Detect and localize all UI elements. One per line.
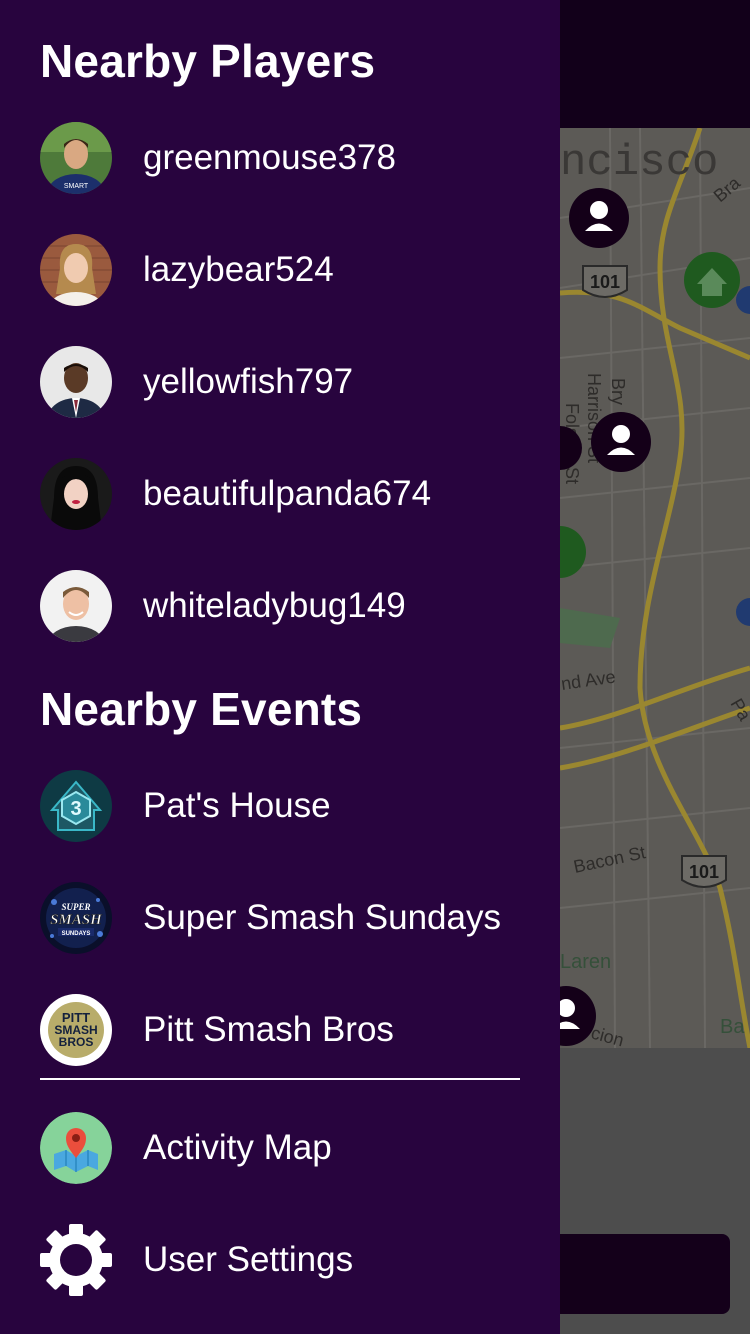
svg-text:BROS: BROS (59, 1035, 94, 1049)
nearby-events-title: Nearby Events (40, 683, 363, 735)
event-item[interactable]: PITT SMASH BROS Pitt Smash Bros (40, 992, 520, 1068)
avatar (40, 458, 112, 530)
player-name: beautifulpanda674 (143, 474, 432, 513)
player-item[interactable]: whiteladybug149 (40, 568, 520, 644)
gear-icon (40, 1224, 112, 1296)
player-name: greenmouse378 (143, 138, 396, 177)
player-name: lazybear524 (143, 250, 334, 289)
svg-text:SMART: SMART (64, 183, 89, 190)
divider (40, 1078, 520, 1080)
svg-text:101: 101 (590, 272, 620, 292)
side-drawer: Nearby Players SMART greenmouse378 lazyb… (0, 0, 560, 1334)
svg-text:ncisco: ncisco (560, 138, 718, 188)
player-item[interactable]: yellowfish797 (40, 344, 520, 420)
avatar: SMART (40, 122, 112, 194)
event-item[interactable]: 3 Pat's House (40, 768, 520, 844)
player-item[interactable]: SMART greenmouse378 (40, 120, 520, 196)
svg-text:cion: cion (589, 1023, 626, 1048)
svg-text:Laren: Laren (560, 951, 611, 973)
map-event-pin (684, 252, 740, 308)
nav-label: User Settings (143, 1240, 354, 1279)
nav-user-settings[interactable]: User Settings (40, 1222, 520, 1298)
svg-text:SUNDAYS: SUNDAYS (62, 931, 91, 937)
event-name: Pat's House (143, 786, 331, 825)
event-item[interactable]: SUPER SMASH SUNDAYS Super Smash Sundays (40, 880, 520, 956)
map-player-pin (591, 412, 651, 472)
svg-text:SUPER: SUPER (61, 902, 90, 912)
player-name: whiteladybug149 (143, 586, 406, 625)
avatar (40, 234, 112, 306)
svg-text:101: 101 (689, 862, 719, 882)
super-smash-sundays-logo: SUPER SMASH SUNDAYS (40, 882, 112, 954)
player-item[interactable]: lazybear524 (40, 232, 520, 308)
nav-activity-map[interactable]: Activity Map (40, 1110, 520, 1186)
svg-text:Bacon St: Bacon St (572, 842, 648, 877)
house-badge-icon: 3 (40, 770, 112, 842)
event-name: Super Smash Sundays (143, 898, 501, 937)
svg-text:Bry: Bry (608, 378, 628, 405)
event-name: Pitt Smash Bros (143, 1010, 394, 1049)
svg-text:SMASH: SMASH (50, 912, 103, 928)
avatar (40, 570, 112, 642)
map-player-pin (569, 188, 629, 248)
svg-text:3: 3 (70, 798, 81, 820)
map-pin-icon (40, 1112, 112, 1184)
pitt-smash-bros-logo: PITT SMASH BROS (40, 994, 112, 1066)
nearby-players-title: Nearby Players (40, 35, 376, 87)
svg-text:nd Ave: nd Ave (560, 667, 617, 694)
player-name: yellowfish797 (143, 362, 354, 401)
svg-text:Ba: Ba (720, 1016, 745, 1038)
svg-text:Pa: Pa (727, 695, 750, 725)
nav-label: Activity Map (143, 1128, 332, 1167)
avatar (40, 346, 112, 418)
player-item[interactable]: beautifulpanda674 (40, 456, 520, 532)
